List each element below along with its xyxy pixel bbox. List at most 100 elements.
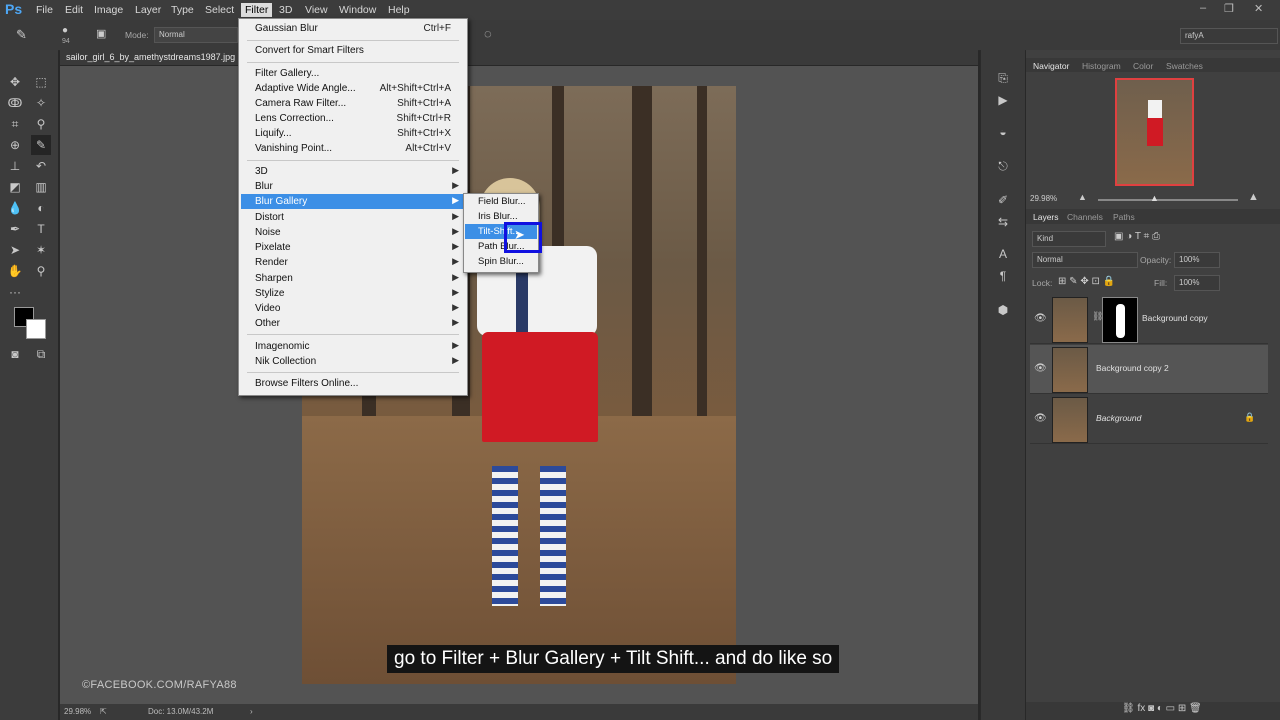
history-brush-tool-icon[interactable]: ↶ (31, 156, 51, 176)
submenu-item-field-blur[interactable]: Field Blur... (465, 194, 537, 209)
tab-color[interactable]: Color (1133, 61, 1153, 71)
menu-item-adaptive-wide-angle[interactable]: Adaptive Wide Angle... Alt+Shift+Ctrl+A (241, 81, 465, 96)
navigator-zoom-slider[interactable] (1098, 199, 1238, 201)
pen-tool-icon[interactable]: ✒ (5, 219, 25, 239)
tab-channels[interactable]: Channels (1067, 212, 1103, 222)
menu-item-sharpen[interactable]: Sharpen ▶ (241, 271, 465, 286)
workspace-select[interactable]: rafyA (1180, 28, 1278, 44)
layer-name[interactable]: Background (1096, 413, 1141, 423)
menu-window[interactable]: Window (335, 3, 380, 17)
menu-item-video[interactable]: Video ▶ (241, 301, 465, 316)
path-select-tool-icon[interactable]: ➤ (5, 240, 25, 260)
fill-value[interactable]: 100% (1174, 275, 1220, 291)
eyedropper-tool-icon[interactable]: ⚲ (31, 114, 51, 134)
tab-layers[interactable]: Layers (1033, 212, 1059, 222)
brush-preset-icon[interactable]: ● (62, 25, 68, 36)
menu-item-nik-collection[interactable]: Nik Collection ▶ (241, 354, 465, 369)
menu-view[interactable]: View (301, 3, 332, 17)
move-tool-icon[interactable]: ✥ (5, 72, 25, 92)
menu-item-filter-gallery[interactable]: Filter Gallery... (241, 66, 465, 81)
menu-item-blur-gallery[interactable]: Blur Gallery ▶ (241, 194, 465, 209)
layer-name[interactable]: Background copy (1142, 313, 1208, 323)
visibility-eye-icon[interactable]: 👁 (1034, 313, 1047, 324)
menu-item-3d[interactable]: 3D ▶ (241, 164, 465, 179)
menu-item-vanishing-point[interactable]: Vanishing Point... Alt+Ctrl+V (241, 141, 465, 156)
adjustments-icon[interactable]: ◒ (993, 122, 1013, 142)
visibility-eye-icon[interactable]: 👁 (1034, 413, 1047, 424)
menu-help[interactable]: Help (384, 3, 414, 17)
layer-actions-icons[interactable]: ⛓ fx ◙ ◐ ▭ ⊞ 🗑 (1122, 703, 1202, 714)
zoom-tool-icon[interactable]: ⚲ (31, 261, 51, 281)
menu-layer[interactable]: Layer (131, 3, 165, 17)
menu-item-imagenomic[interactable]: Imagenomic ▶ (241, 339, 465, 354)
menu-item-lens-correction[interactable]: Lens Correction... Shift+Ctrl+R (241, 111, 465, 126)
libraries-icon[interactable]: ⎋ (993, 156, 1013, 176)
blur-tool-icon[interactable]: 💧 (5, 198, 25, 218)
zoom-in-icon[interactable]: ▲ (1248, 191, 1259, 203)
eraser-tool-icon[interactable]: ◩ (5, 177, 25, 197)
opacity-value[interactable]: 100% (1174, 252, 1220, 268)
character-icon[interactable]: A (993, 244, 1013, 264)
navigator-thumbnail[interactable] (1115, 78, 1194, 186)
menu-item-gaussian-blur[interactable]: Gaussian Blur Ctrl+F (241, 21, 465, 36)
layer-row[interactable]: 👁 Background 🔒 (1030, 395, 1268, 444)
close-icon[interactable]: ✕ (1254, 2, 1263, 15)
menu-edit[interactable]: Edit (61, 3, 87, 17)
more-tools-icon[interactable]: ··· (5, 282, 25, 302)
blend-mode-select[interactable]: Normal (1032, 252, 1138, 268)
history-icon[interactable]: ⎘ (993, 68, 1013, 88)
menu-item-render[interactable]: Render ▶ (241, 255, 465, 270)
lasso-tool-icon[interactable]: ↂ (5, 93, 25, 113)
menu-item-pixelate[interactable]: Pixelate ▶ (241, 240, 465, 255)
menu-item-browse-filters-online[interactable]: Browse Filters Online... (241, 376, 465, 391)
menu-item-noise[interactable]: Noise ▶ (241, 225, 465, 240)
layer-row[interactable]: 👁 ⛓ Background copy (1030, 295, 1268, 344)
layer-row[interactable]: 👁 Background copy 2 (1030, 345, 1268, 394)
shape-tool-icon[interactable]: ✶ (31, 240, 51, 260)
submenu-item-spin-blur[interactable]: Spin Blur... (465, 254, 537, 269)
hand-tool-icon[interactable]: ✋ (5, 261, 25, 281)
tab-histogram[interactable]: Histogram (1082, 61, 1121, 71)
menu-type[interactable]: Type (167, 3, 198, 17)
zoom-level[interactable]: 29.98% (64, 707, 91, 716)
tool-presets-icon[interactable]: ⇆ (993, 212, 1013, 232)
gradient-tool-icon[interactable]: ▥ (31, 177, 51, 197)
menu-select[interactable]: Select (201, 3, 238, 17)
menu-filter[interactable]: Filter (241, 3, 273, 17)
tab-paths[interactable]: Paths (1113, 212, 1135, 222)
zoom-out-icon[interactable]: ▲ (1078, 192, 1087, 202)
export-icon[interactable]: ⇱ (100, 707, 107, 716)
menu-item-stylize[interactable]: Stylize ▶ (241, 286, 465, 301)
navigator-zoom[interactable]: 29.98% (1030, 194, 1057, 203)
screen-mode-icon[interactable]: ⧉ (31, 344, 51, 364)
restore-icon[interactable]: ❐ (1224, 2, 1234, 15)
marquee-tool-icon[interactable]: ⬚ (31, 72, 51, 92)
type-tool-icon[interactable]: T (31, 219, 51, 239)
layer-filter-kind[interactable]: Kind (1032, 231, 1106, 247)
background-color-swatch[interactable] (26, 319, 46, 339)
actions-play-icon[interactable]: ▶ (993, 90, 1013, 110)
menu-file[interactable]: File (32, 3, 57, 17)
navigator-zoom-slider-thumb[interactable]: ▲ (1150, 193, 1159, 203)
menu-item-convert-smart-filters[interactable]: Convert for Smart Filters (241, 43, 465, 58)
tab-swatches[interactable]: Swatches (1166, 61, 1203, 71)
filter-pixel-icon[interactable]: ▣ ◑ T ⌗ ⎙ (1114, 231, 1160, 242)
menu-image[interactable]: Image (90, 3, 127, 17)
minimize-icon[interactable]: – (1200, 2, 1206, 14)
pressure-icon[interactable]: ◌ (484, 26, 492, 41)
menu-item-other[interactable]: Other ▶ (241, 316, 465, 331)
lock-icons[interactable]: ⊞ ✎ ✥ ⊡ 🔒 (1058, 276, 1115, 287)
layer-name[interactable]: Background copy 2 (1096, 363, 1169, 373)
paragraph-icon[interactable]: ¶ (993, 266, 1013, 286)
quick-select-tool-icon[interactable]: ✧ (31, 93, 51, 113)
menu-item-camera-raw[interactable]: Camera Raw Filter... Shift+Ctrl+A (241, 96, 465, 111)
crop-tool-icon[interactable]: ⌗ (5, 114, 25, 134)
brush-panel-icon[interactable]: ▣ (96, 27, 106, 40)
brush-tool-icon[interactable]: ✎ (16, 27, 27, 43)
menu-3d[interactable]: 3D (275, 3, 296, 17)
3d-icon[interactable]: ⬢ (993, 300, 1013, 320)
brush-presets-icon[interactable]: ✐ (993, 190, 1013, 210)
menu-item-liquify[interactable]: Liquify... Shift+Ctrl+X (241, 126, 465, 141)
mode-select[interactable]: Normal (154, 27, 238, 43)
menu-item-distort[interactable]: Distort ▶ (241, 210, 465, 225)
